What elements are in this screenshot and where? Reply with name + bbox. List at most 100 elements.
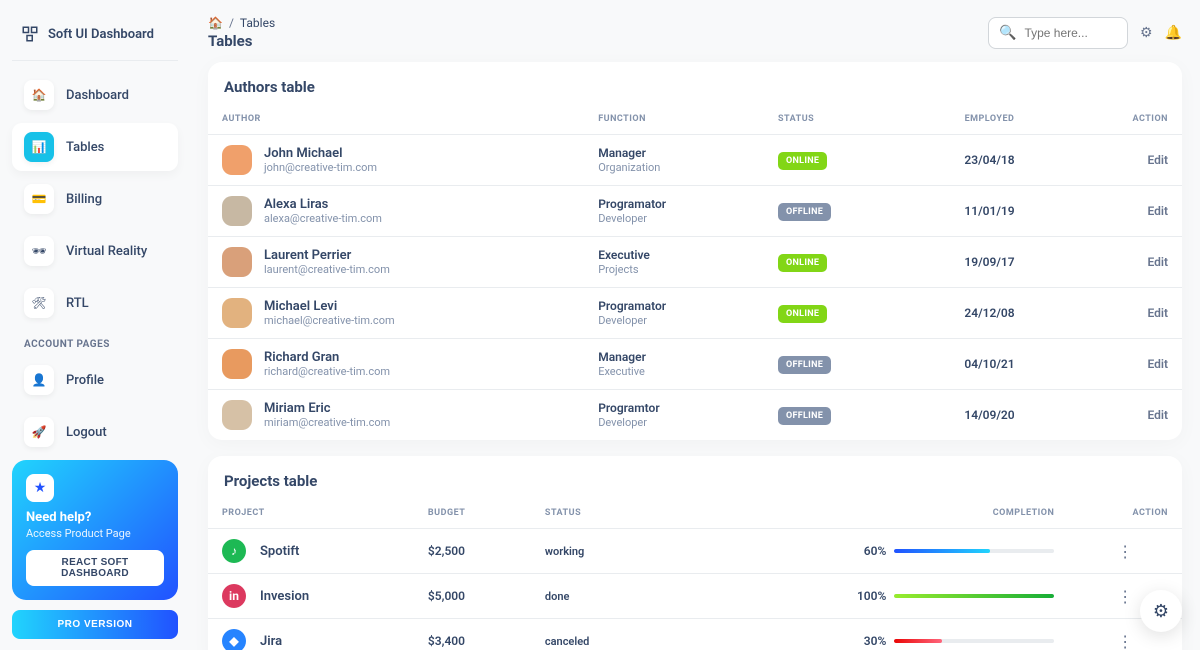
avatar bbox=[222, 247, 252, 277]
function-title: Programator bbox=[598, 299, 750, 313]
function-title: Programator bbox=[598, 197, 750, 211]
brand-icon bbox=[20, 24, 40, 44]
brand-title: Soft UI Dashboard bbox=[48, 27, 154, 42]
gear-icon[interactable]: ⚙ bbox=[1140, 25, 1153, 41]
table-row: ♪ Spotift $2,500 working 60% ⋮ bbox=[208, 529, 1182, 574]
nav-label: RTL bbox=[66, 296, 89, 311]
table-row: John Michael john@creative-tim.com Manag… bbox=[208, 135, 1182, 186]
function-title: Executive bbox=[598, 248, 750, 262]
author-name: Michael Levi bbox=[264, 299, 395, 315]
nav-icon: 💳 bbox=[24, 184, 54, 214]
bell-icon[interactable]: 🔔 bbox=[1165, 25, 1182, 41]
nav-label: Virtual Reality bbox=[66, 244, 147, 259]
authors-col-status: STATUS bbox=[764, 104, 916, 135]
sidebar-item-billing[interactable]: 💳 Billing bbox=[12, 175, 178, 223]
search-input[interactable] bbox=[1024, 26, 1117, 40]
project-name: Jira bbox=[260, 634, 282, 649]
edit-button[interactable]: Edit bbox=[1147, 357, 1168, 371]
edit-button[interactable]: Edit bbox=[1147, 306, 1168, 320]
completion-pct: 30% bbox=[854, 634, 886, 648]
employed-date: 24/12/08 bbox=[916, 288, 1063, 339]
project-status: done bbox=[545, 590, 569, 603]
topbar: 🏠 / Tables Tables 🔍 ⚙ 🔔 bbox=[208, 16, 1182, 50]
function-sub: Developer bbox=[598, 212, 750, 225]
project-budget: $5,000 bbox=[428, 589, 465, 603]
nav-icon: 📊 bbox=[24, 132, 54, 162]
status-badge: ONLINE bbox=[778, 254, 827, 272]
authors-col-employed: EMPLOYED bbox=[916, 104, 1063, 135]
sidebar-item-tables[interactable]: 📊 Tables bbox=[12, 123, 178, 171]
author-name: Alexa Liras bbox=[264, 197, 382, 213]
sidebar-item-virtual-reality[interactable]: 🕶 Virtual Reality bbox=[12, 227, 178, 275]
edit-button[interactable]: Edit bbox=[1147, 153, 1168, 167]
nav-label: Billing bbox=[66, 192, 102, 207]
more-actions-button[interactable]: ⋮ bbox=[1082, 632, 1168, 650]
pro-version-button[interactable]: PRO VERSION bbox=[12, 610, 178, 639]
help-docs-button[interactable]: REACT SOFT DASHBOARD bbox=[26, 550, 164, 586]
table-row: Richard Gran richard@creative-tim.com Ma… bbox=[208, 339, 1182, 390]
projects-col-project: PROJECT bbox=[208, 498, 414, 529]
author-email: miriam@creative-tim.com bbox=[264, 416, 390, 429]
avatar bbox=[222, 349, 252, 379]
table-row: Miriam Eric miriam@creative-tim.com Prog… bbox=[208, 390, 1182, 441]
projects-col-budget: BUDGET bbox=[414, 498, 531, 529]
author-email: alexa@creative-tim.com bbox=[264, 212, 382, 225]
project-icon: in bbox=[222, 584, 246, 608]
function-sub: Projects bbox=[598, 263, 750, 276]
avatar bbox=[222, 298, 252, 328]
project-status: working bbox=[545, 545, 584, 558]
page-title: Tables bbox=[208, 32, 275, 50]
progress-bar bbox=[894, 594, 1054, 598]
sidebar-item-logout[interactable]: 🚀Logout bbox=[12, 408, 178, 456]
edit-button[interactable]: Edit bbox=[1147, 408, 1168, 422]
project-icon: ◆ bbox=[222, 629, 246, 650]
completion-pct: 100% bbox=[854, 589, 886, 603]
nav-icon: 👤 bbox=[24, 365, 54, 395]
authors-col-action: ACTION bbox=[1063, 104, 1182, 135]
table-row: Laurent Perrier laurent@creative-tim.com… bbox=[208, 237, 1182, 288]
author-email: laurent@creative-tim.com bbox=[264, 263, 390, 276]
brand: Soft UI Dashboard bbox=[12, 12, 178, 61]
progress-track bbox=[894, 549, 1054, 553]
project-name: Spotift bbox=[260, 544, 299, 559]
search-icon: 🔍 bbox=[999, 25, 1016, 41]
employed-date: 14/09/20 bbox=[916, 390, 1063, 441]
settings-fab[interactable]: ⚙ bbox=[1140, 590, 1182, 632]
home-icon[interactable]: 🏠 bbox=[208, 16, 223, 30]
authors-table-title: Authors table bbox=[208, 62, 1182, 104]
star-icon: ★ bbox=[26, 474, 54, 502]
nav-icon: 🕶 bbox=[24, 236, 54, 266]
nav-account-header: ACCOUNT PAGES bbox=[12, 331, 178, 356]
search-box[interactable]: 🔍 bbox=[988, 17, 1128, 49]
project-budget: $2,500 bbox=[428, 544, 465, 558]
projects-col-action: ACTION bbox=[1068, 498, 1182, 529]
breadcrumb-separator: / bbox=[229, 16, 234, 30]
table-row: Alexa Liras alexa@creative-tim.com Progr… bbox=[208, 186, 1182, 237]
status-badge: ONLINE bbox=[778, 305, 827, 323]
project-name: Invesion bbox=[260, 589, 309, 604]
nav-icon: 🛠 bbox=[24, 288, 54, 318]
employed-date: 11/01/19 bbox=[916, 186, 1063, 237]
edit-button[interactable]: Edit bbox=[1147, 255, 1168, 269]
nav-icon: 🚀 bbox=[24, 417, 54, 447]
authors-table: AUTHORFUNCTIONSTATUSEMPLOYEDACTION John … bbox=[208, 104, 1182, 440]
nav-label: Profile bbox=[66, 373, 104, 388]
status-badge: ONLINE bbox=[778, 152, 827, 170]
function-title: Programtor bbox=[598, 401, 750, 415]
edit-button[interactable]: Edit bbox=[1147, 204, 1168, 218]
status-badge: OFFLINE bbox=[778, 407, 831, 425]
function-sub: Developer bbox=[598, 416, 750, 429]
help-subtitle: Access Product Page bbox=[26, 527, 164, 540]
sidebar-item-dashboard[interactable]: 🏠Dashboard bbox=[12, 71, 178, 119]
function-title: Manager bbox=[598, 350, 750, 364]
sidebar-item-rtl[interactable]: 🛠 RTL bbox=[12, 279, 178, 327]
nav-label: Tables bbox=[66, 140, 104, 155]
employed-date: 04/10/21 bbox=[916, 339, 1063, 390]
authors-col-function: FUNCTION bbox=[584, 104, 764, 135]
more-actions-button[interactable]: ⋮ bbox=[1082, 542, 1168, 561]
help-card: ★ Need help? Access Product Page REACT S… bbox=[12, 460, 178, 600]
progress-bar bbox=[894, 639, 942, 643]
author-name: Miriam Eric bbox=[264, 401, 390, 417]
function-title: Manager bbox=[598, 146, 750, 160]
sidebar-item-profile[interactable]: 👤 Profile bbox=[12, 356, 178, 404]
